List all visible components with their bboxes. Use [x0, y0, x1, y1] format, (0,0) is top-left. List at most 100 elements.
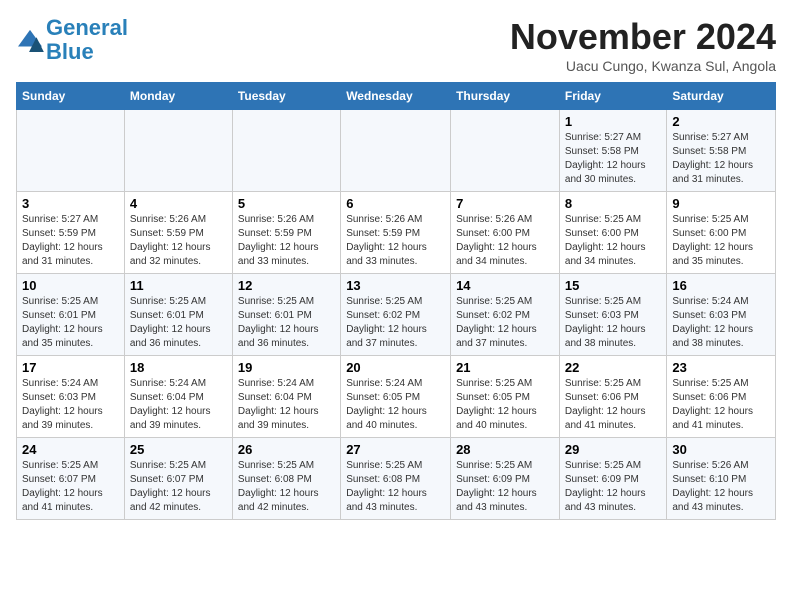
- logo: General Blue: [16, 16, 128, 64]
- page-header: General Blue November 2024 Uacu Cungo, K…: [16, 16, 776, 74]
- day-number: 2: [672, 114, 770, 129]
- calendar-week-row: 24 Sunrise: 5:25 AM Sunset: 6:07 PM Dayli…: [17, 438, 776, 520]
- day-info: Sunrise: 5:25 AM Sunset: 6:07 PM Dayligh…: [22, 459, 119, 515]
- calendar-day-cell: 16Sunrise: 5:24 AM Sunset: 6:03 PM Dayli…: [667, 274, 776, 356]
- calendar-day-cell: 22 Sunrise: 5:25 AM Sunset: 6:06 PM Dayli…: [559, 356, 666, 438]
- day-info: Sunrise: 5:25 AM Sunset: 6:07 PM Dayligh…: [130, 459, 227, 515]
- logo-icon: [16, 28, 44, 52]
- logo-line2: Blue: [46, 39, 94, 64]
- day-info: Sunrise: 5:25 AM Sunset: 6:08 PM Dayligh…: [238, 459, 335, 515]
- day-number: 3: [22, 196, 119, 211]
- day-number: 6: [346, 196, 445, 211]
- day-info: Sunrise: 5:26 AM Sunset: 5:59 PM Dayligh…: [238, 213, 335, 269]
- calendar-day-cell: 18Sunrise: 5:24 AM Sunset: 6:04 PM Dayli…: [124, 356, 232, 438]
- calendar-day-cell: 26 Sunrise: 5:25 AM Sunset: 6:08 PM Dayli…: [232, 438, 340, 520]
- day-info: Sunrise: 5:25 AM Sunset: 6:08 PM Dayligh…: [346, 459, 445, 515]
- day-info: Sunrise: 5:26 AM Sunset: 5:59 PM Dayligh…: [130, 213, 227, 269]
- day-number: 24: [22, 442, 119, 457]
- calendar-week-row: 3Sunrise: 5:27 AM Sunset: 5:59 PM Daylig…: [17, 192, 776, 274]
- day-number: 13: [346, 278, 445, 293]
- calendar-day-cell: 27 Sunrise: 5:25 AM Sunset: 6:08 PM Dayli…: [341, 438, 451, 520]
- day-number: 17: [22, 360, 119, 375]
- day-number: 22: [565, 360, 661, 375]
- day-info: Sunrise: 5:25 AM Sunset: 6:01 PM Dayligh…: [238, 295, 335, 351]
- calendar-day-cell: 15Sunrise: 5:25 AM Sunset: 6:03 PM Dayli…: [559, 274, 666, 356]
- day-info: Sunrise: 5:24 AM Sunset: 6:04 PM Dayligh…: [130, 377, 227, 433]
- day-info: Sunrise: 5:26 AM Sunset: 6:10 PM Dayligh…: [672, 459, 770, 515]
- day-number: 12: [238, 278, 335, 293]
- title-block: November 2024 Uacu Cungo, Kwanza Sul, An…: [510, 16, 776, 74]
- calendar-day-cell: [232, 110, 340, 192]
- day-number: 19: [238, 360, 335, 375]
- calendar-day-cell: 25 Sunrise: 5:25 AM Sunset: 6:07 PM Dayli…: [124, 438, 232, 520]
- day-info: Sunrise: 5:24 AM Sunset: 6:05 PM Dayligh…: [346, 377, 445, 433]
- calendar-day-cell: 20 Sunrise: 5:24 AM Sunset: 6:05 PM Dayli…: [341, 356, 451, 438]
- day-info: Sunrise: 5:24 AM Sunset: 6:03 PM Dayligh…: [672, 295, 770, 351]
- calendar-day-cell: 1 Sunrise: 5:27 AM Sunset: 5:58 PM Daylig…: [559, 110, 666, 192]
- day-info: Sunrise: 5:24 AM Sunset: 6:03 PM Dayligh…: [22, 377, 119, 433]
- calendar-day-cell: 29Sunrise: 5:25 AM Sunset: 6:09 PM Dayli…: [559, 438, 666, 520]
- day-number: 8: [565, 196, 661, 211]
- day-number: 5: [238, 196, 335, 211]
- logo-line1: General: [46, 15, 128, 40]
- calendar-day-cell: 14 Sunrise: 5:25 AM Sunset: 6:02 PM Dayli…: [451, 274, 560, 356]
- calendar-day-cell: 6Sunrise: 5:26 AM Sunset: 5:59 PM Daylig…: [341, 192, 451, 274]
- calendar-day-cell: 11 Sunrise: 5:25 AM Sunset: 6:01 PM Dayli…: [124, 274, 232, 356]
- day-number: 7: [456, 196, 554, 211]
- day-info: Sunrise: 5:25 AM Sunset: 6:02 PM Dayligh…: [346, 295, 445, 351]
- calendar-subtitle: Uacu Cungo, Kwanza Sul, Angola: [510, 58, 776, 74]
- day-number: 1: [565, 114, 661, 129]
- day-info: Sunrise: 5:27 AM Sunset: 5:58 PM Dayligh…: [672, 131, 770, 187]
- calendar-day-cell: 8 Sunrise: 5:25 AM Sunset: 6:00 PM Daylig…: [559, 192, 666, 274]
- calendar-day-cell: 5 Sunrise: 5:26 AM Sunset: 5:59 PM Daylig…: [232, 192, 340, 274]
- day-info: Sunrise: 5:27 AM Sunset: 5:58 PM Dayligh…: [565, 131, 661, 187]
- calendar-day-cell: 12 Sunrise: 5:25 AM Sunset: 6:01 PM Dayli…: [232, 274, 340, 356]
- calendar-day-cell: [17, 110, 125, 192]
- calendar-day-cell: 19 Sunrise: 5:24 AM Sunset: 6:04 PM Dayli…: [232, 356, 340, 438]
- day-info: Sunrise: 5:25 AM Sunset: 6:06 PM Dayligh…: [672, 377, 770, 433]
- day-info: Sunrise: 5:25 AM Sunset: 6:01 PM Dayligh…: [130, 295, 227, 351]
- weekday-header: Saturday: [667, 83, 776, 110]
- day-info: Sunrise: 5:25 AM Sunset: 6:03 PM Dayligh…: [565, 295, 661, 351]
- calendar-day-cell: [341, 110, 451, 192]
- day-number: 10: [22, 278, 119, 293]
- calendar-day-cell: 21 Sunrise: 5:25 AM Sunset: 6:05 PM Dayli…: [451, 356, 560, 438]
- day-number: 21: [456, 360, 554, 375]
- calendar-day-cell: 17 Sunrise: 5:24 AM Sunset: 6:03 PM Dayli…: [17, 356, 125, 438]
- calendar-table: SundayMondayTuesdayWednesdayThursdayFrid…: [16, 82, 776, 520]
- day-number: 29: [565, 442, 661, 457]
- calendar-day-cell: 28Sunrise: 5:25 AM Sunset: 6:09 PM Dayli…: [451, 438, 560, 520]
- day-number: 4: [130, 196, 227, 211]
- calendar-day-cell: 30Sunrise: 5:26 AM Sunset: 6:10 PM Dayli…: [667, 438, 776, 520]
- calendar-day-cell: 23 Sunrise: 5:25 AM Sunset: 6:06 PM Dayli…: [667, 356, 776, 438]
- day-info: Sunrise: 5:25 AM Sunset: 6:06 PM Dayligh…: [565, 377, 661, 433]
- day-info: Sunrise: 5:25 AM Sunset: 6:01 PM Dayligh…: [22, 295, 119, 351]
- weekday-header: Wednesday: [341, 83, 451, 110]
- calendar-day-cell: 24 Sunrise: 5:25 AM Sunset: 6:07 PM Dayli…: [17, 438, 125, 520]
- calendar-day-cell: 7Sunrise: 5:26 AM Sunset: 6:00 PM Daylig…: [451, 192, 560, 274]
- calendar-day-cell: 9Sunrise: 5:25 AM Sunset: 6:00 PM Daylig…: [667, 192, 776, 274]
- calendar-week-row: 10 Sunrise: 5:25 AM Sunset: 6:01 PM Dayli…: [17, 274, 776, 356]
- calendar-day-cell: [451, 110, 560, 192]
- day-info: Sunrise: 5:25 AM Sunset: 6:00 PM Dayligh…: [672, 213, 770, 269]
- day-number: 23: [672, 360, 770, 375]
- day-number: 27: [346, 442, 445, 457]
- day-info: Sunrise: 5:25 AM Sunset: 6:05 PM Dayligh…: [456, 377, 554, 433]
- weekday-header: Sunday: [17, 83, 125, 110]
- day-number: 11: [130, 278, 227, 293]
- weekday-header: Monday: [124, 83, 232, 110]
- calendar-body: 1 Sunrise: 5:27 AM Sunset: 5:58 PM Daylig…: [17, 110, 776, 520]
- day-info: Sunrise: 5:25 AM Sunset: 6:00 PM Dayligh…: [565, 213, 661, 269]
- weekday-header: Friday: [559, 83, 666, 110]
- day-number: 14: [456, 278, 554, 293]
- calendar-day-cell: 10 Sunrise: 5:25 AM Sunset: 6:01 PM Dayli…: [17, 274, 125, 356]
- calendar-day-cell: [124, 110, 232, 192]
- day-info: Sunrise: 5:24 AM Sunset: 6:04 PM Dayligh…: [238, 377, 335, 433]
- day-number: 26: [238, 442, 335, 457]
- day-number: 28: [456, 442, 554, 457]
- calendar-day-cell: 2 Sunrise: 5:27 AM Sunset: 5:58 PM Daylig…: [667, 110, 776, 192]
- day-number: 20: [346, 360, 445, 375]
- day-info: Sunrise: 5:25 AM Sunset: 6:02 PM Dayligh…: [456, 295, 554, 351]
- day-number: 25: [130, 442, 227, 457]
- calendar-week-row: 17 Sunrise: 5:24 AM Sunset: 6:03 PM Dayli…: [17, 356, 776, 438]
